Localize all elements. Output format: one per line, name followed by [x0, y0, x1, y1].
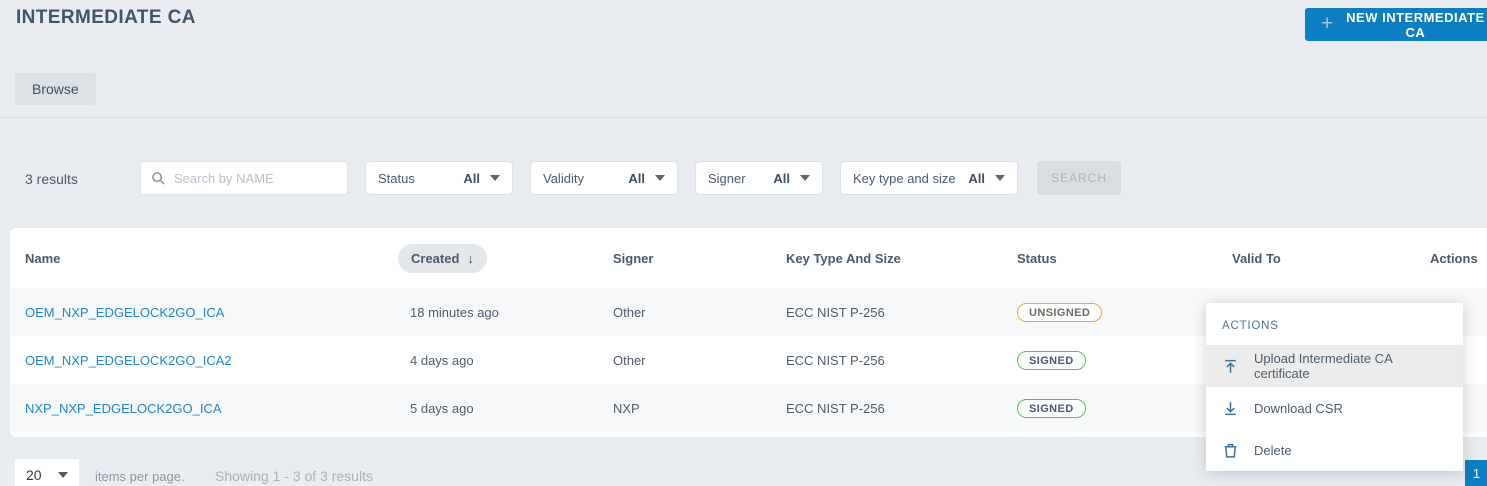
- search-input[interactable]: [174, 170, 337, 186]
- results-count: 3 results: [25, 171, 78, 187]
- column-header-created-sort[interactable]: Created ↓: [398, 243, 487, 273]
- section-divider: [0, 117, 1487, 118]
- created-cell: 18 minutes ago: [410, 304, 499, 320]
- filter-keytype-value: All: [968, 170, 985, 186]
- intermediate-ca-page: INTERMEDIATE CA + NEW INTERMEDIATE CA Br…: [0, 0, 1487, 486]
- items-per-page-value: 20: [26, 467, 42, 483]
- keytype-cell: ECC NIST P-256: [786, 400, 885, 416]
- column-header-signer[interactable]: Signer: [613, 251, 786, 266]
- column-header-validto[interactable]: Valid To: [1232, 251, 1430, 266]
- showing-results-text: Showing 1 - 3 of 3 results: [215, 468, 373, 484]
- filter-keytype-label: Key type and size: [853, 170, 956, 186]
- column-header-actions: Actions: [1430, 250, 1478, 266]
- sort-descending-icon: ↓: [467, 250, 474, 266]
- download-icon: [1225, 401, 1236, 415]
- column-header-name[interactable]: Name: [25, 251, 398, 266]
- status-badge: UNSIGNED: [1017, 302, 1103, 322]
- chevron-down-icon: [655, 175, 665, 181]
- filter-validity-value: All: [628, 170, 645, 186]
- menu-item-download-csr[interactable]: Download CSR: [1206, 387, 1463, 429]
- created-cell: 5 days ago: [410, 400, 474, 416]
- upload-icon: [1225, 359, 1236, 373]
- actions-menu-title: ACTIONS: [1222, 320, 1279, 332]
- new-intermediate-ca-button-label: NEW INTERMEDIATE CA: [1346, 9, 1485, 40]
- menu-item-label: Download CSR: [1254, 400, 1343, 416]
- page-title: INTERMEDIATE CA: [16, 7, 196, 28]
- search-button[interactable]: SEARCH: [1037, 161, 1121, 195]
- table-header-row: Name Created ↓ Signer Key Type And Size …: [10, 228, 1487, 288]
- signer-cell: Other: [613, 352, 646, 368]
- plus-icon: +: [1321, 12, 1334, 35]
- filter-status-dropdown[interactable]: Status All: [365, 161, 513, 195]
- keytype-cell: ECC NIST P-256: [786, 352, 885, 368]
- menu-item-upload-certificate[interactable]: Upload Intermediate CA certificate: [1206, 345, 1463, 387]
- trash-icon: [1224, 443, 1237, 458]
- filter-signer-dropdown[interactable]: Signer All: [695, 161, 823, 195]
- search-icon: [152, 171, 165, 185]
- keytype-cell: ECC NIST P-256: [786, 304, 885, 320]
- tab-browse[interactable]: Browse: [15, 73, 96, 105]
- filter-status-value: All: [463, 170, 480, 186]
- filter-keytype-dropdown[interactable]: Key type and size All: [840, 161, 1018, 195]
- filter-signer-label: Signer: [708, 170, 746, 186]
- column-header-created-label: Created: [411, 250, 460, 266]
- signer-cell: Other: [613, 304, 646, 320]
- signer-cell: NXP: [613, 400, 640, 416]
- chevron-down-icon: [995, 175, 1005, 181]
- menu-item-label: Delete: [1254, 442, 1292, 458]
- filter-validity-dropdown[interactable]: Validity All: [530, 161, 678, 195]
- status-badge: SIGNED: [1017, 398, 1086, 418]
- chevron-down-icon: [490, 175, 500, 181]
- filter-validity-label: Validity: [543, 170, 584, 186]
- menu-item-delete[interactable]: Delete: [1206, 429, 1463, 471]
- status-badge: SIGNED: [1017, 350, 1086, 370]
- search-box[interactable]: [140, 161, 348, 195]
- filter-signer-value: All: [773, 170, 790, 186]
- items-per-page-label: items per page.: [95, 469, 185, 484]
- items-per-page-select[interactable]: 20: [15, 459, 79, 486]
- chevron-down-icon: [800, 175, 810, 181]
- page-1-button[interactable]: 1: [1465, 460, 1487, 486]
- column-header-keytype[interactable]: Key Type And Size: [786, 251, 1017, 266]
- new-intermediate-ca-button[interactable]: + NEW INTERMEDIATE CA: [1305, 8, 1487, 41]
- ca-name-link[interactable]: OEM_NXP_EDGELOCK2GO_ICA2: [25, 353, 232, 368]
- actions-context-menu: ACTIONS Upload Intermediate CA certifica…: [1206, 303, 1463, 471]
- ca-name-link[interactable]: NXP_NXP_EDGELOCK2GO_ICA: [25, 401, 222, 416]
- chevron-down-icon: [58, 472, 68, 478]
- filter-status-label: Status: [378, 170, 415, 186]
- ca-name-link[interactable]: OEM_NXP_EDGELOCK2GO_ICA: [25, 305, 224, 320]
- created-cell: 4 days ago: [410, 352, 474, 368]
- menu-item-label: Upload Intermediate CA certificate: [1254, 351, 1393, 381]
- column-header-status[interactable]: Status: [1017, 251, 1232, 266]
